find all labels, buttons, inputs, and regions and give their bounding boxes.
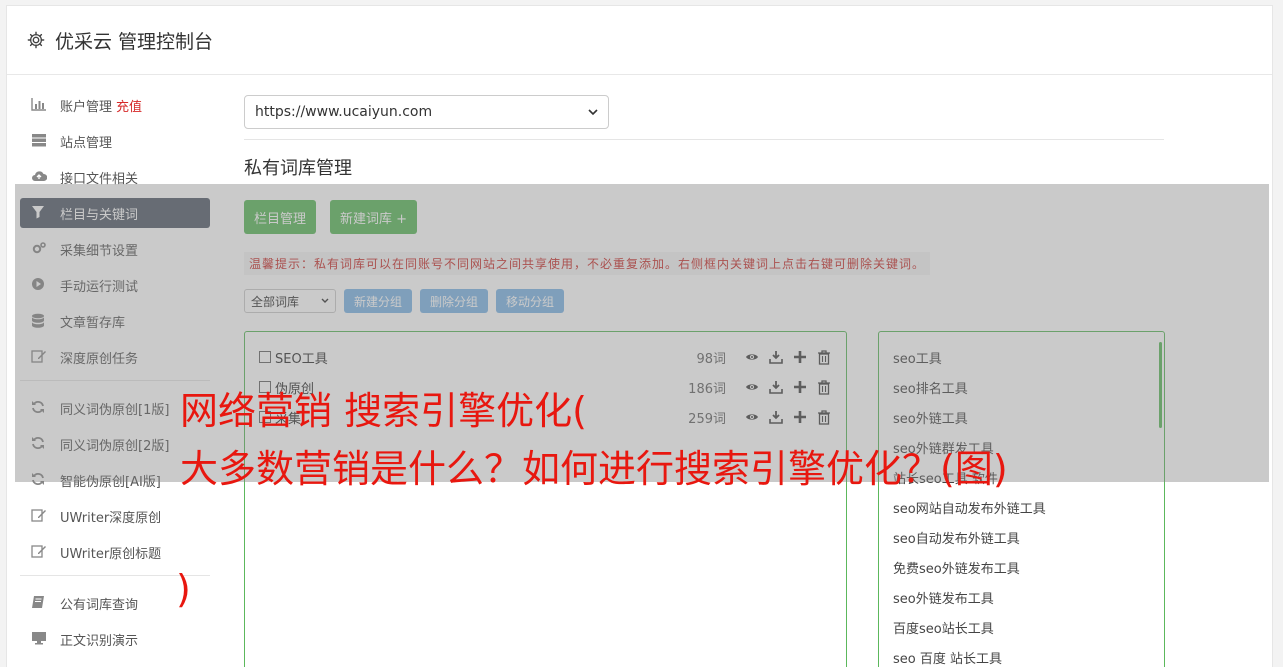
headline-line-2: 大多数营销是什么？如何进行搜索引擎优化？(图) xyxy=(180,447,1008,491)
keyword-item[interactable]: seo网站自动发布外链工具 xyxy=(893,492,1150,522)
keyword-item[interactable]: seo 百度 站长工具 xyxy=(893,642,1150,667)
sidebar-item-label: 正文识别演示 xyxy=(60,633,139,649)
chevron-down-icon xyxy=(588,109,598,116)
sidebar-item-label: 公有词库查询 xyxy=(60,597,139,613)
sidebar-item-label: UWriter原创标题 xyxy=(60,546,162,562)
divider xyxy=(244,139,1164,140)
bar-chart-icon xyxy=(31,97,47,113)
keyword-item[interactable]: 百度seo站长工具 xyxy=(893,612,1150,642)
headline-line-3: ) xyxy=(176,567,191,611)
sidebar-item-label: 账户管理 xyxy=(60,99,113,115)
sidebar-item[interactable]: 站点管理 xyxy=(20,126,210,156)
site-select-value: https://www.ucaiyun.com xyxy=(255,104,433,120)
server-icon xyxy=(31,133,47,149)
console-header: 优采云 管理控制台 xyxy=(7,6,1272,75)
gear-icon xyxy=(27,31,45,49)
section-title: 私有词库管理 xyxy=(244,158,352,179)
edit-icon xyxy=(31,508,47,524)
sidebar-item[interactable]: UWriter深度原创 xyxy=(20,501,210,531)
sidebar-item[interactable]: 正文识别演示 xyxy=(20,624,210,654)
sidebar-item-label: 站点管理 xyxy=(60,135,113,151)
recharge-link[interactable]: 充值 xyxy=(116,96,142,115)
keyword-item[interactable]: 免费seo外链发布工具 xyxy=(893,552,1150,582)
monitor-icon xyxy=(31,631,47,647)
sidebar-item[interactable]: UWriter原创标题 xyxy=(20,537,210,567)
book-icon xyxy=(31,595,47,611)
console-title: 优采云 管理控制台 xyxy=(55,30,214,53)
keyword-item[interactable]: seo外链发布工具 xyxy=(893,582,1150,612)
site-select[interactable]: https://www.ucaiyun.com xyxy=(244,95,609,129)
sidebar-item[interactable]: 账户管理 充值 xyxy=(20,90,210,120)
cloud-upload-icon xyxy=(31,169,48,185)
keyword-item[interactable]: seo自动发布外链工具 xyxy=(893,522,1150,552)
sidebar-item-label: UWriter深度原创 xyxy=(60,510,162,526)
image-overlay xyxy=(15,184,1269,482)
edit-icon xyxy=(31,544,47,560)
headline-line-1: 网络营销 搜索引擎优化( xyxy=(180,389,587,433)
